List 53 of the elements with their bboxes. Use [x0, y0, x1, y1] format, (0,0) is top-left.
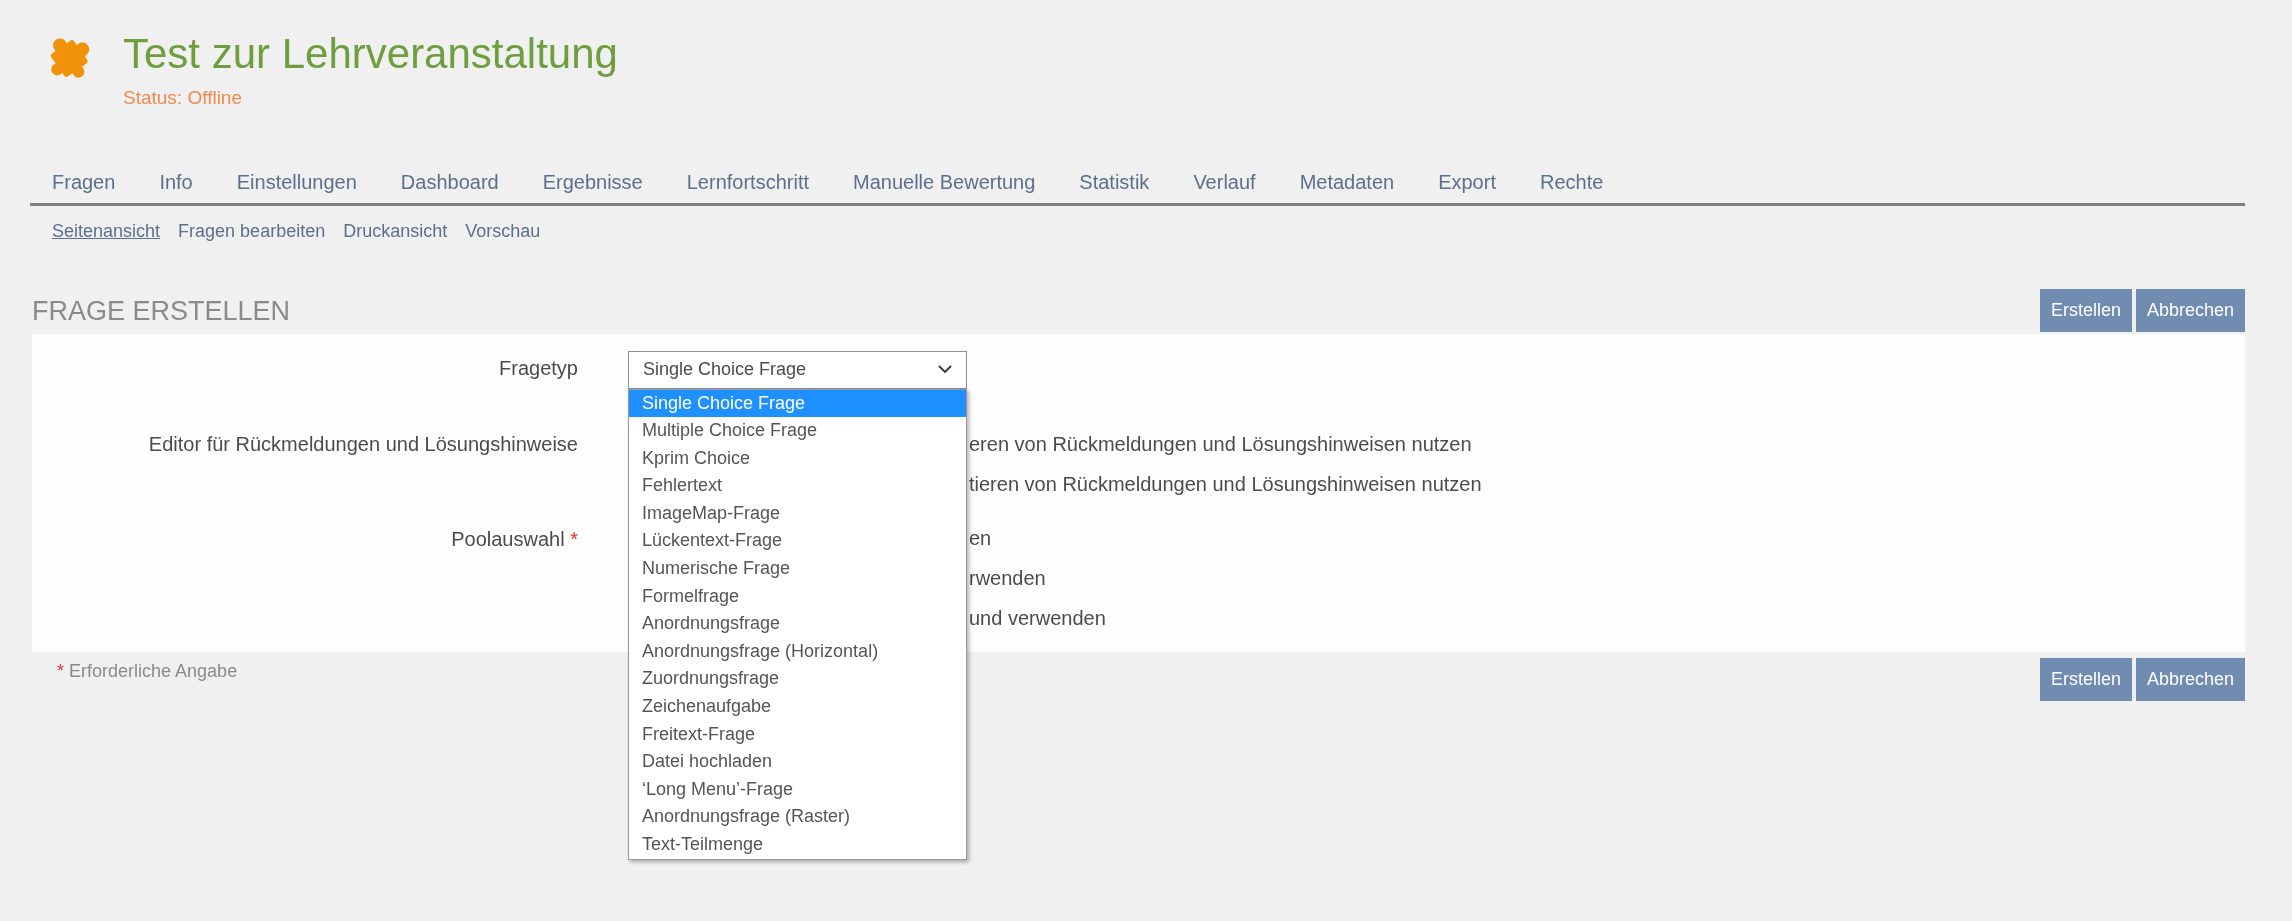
sub-tab[interactable]: Seitenansicht: [43, 213, 170, 249]
nav-tab[interactable]: Einstellungen: [214, 162, 379, 203]
dropdown-option[interactable]: Lückentext-Frage: [629, 527, 966, 556]
dropdown-option[interactable]: Datei hochladen: [629, 748, 966, 776]
status-text: Status: Offline: [123, 86, 243, 110]
nav-tab[interactable]: Ergebnisse: [520, 162, 665, 203]
field-label: Fragetyp: [498, 355, 578, 381]
dropdown-option[interactable]: Multiple Choice Frage: [629, 417, 966, 445]
nav-tab[interactable]: Metadaten: [1277, 162, 1417, 203]
action-button[interactable]: Abbrechen: [2135, 657, 2245, 701]
nav-tab[interactable]: Dashboard: [378, 162, 521, 203]
page-title: Test zur Lehrveranstaltung: [123, 29, 618, 79]
action-button[interactable]: Erstellen: [2039, 288, 2132, 332]
radio-label: rwenden: [969, 566, 1046, 589]
radio-label: tieren von Rückmeldungen und Lösungshinweisen nutzen: [969, 472, 1482, 495]
field-label: Editor für Rückmeldungen und Lösungshinweise: [147, 431, 578, 457]
dropdown-option[interactable]: Freitext-Frage: [629, 720, 966, 749]
dropdown-option[interactable]: ImageMap-Frage: [629, 499, 966, 528]
dropdown-option[interactable]: Anordnungsfrage: [629, 610, 966, 638]
radio-label: en: [969, 526, 992, 549]
dropdown-option[interactable]: Numerische Frage: [629, 555, 966, 583]
chevron-down-icon: [938, 365, 952, 374]
dropdown-option[interactable]: Anordnungsfrage (Horizontal): [629, 637, 966, 666]
dropdown-option[interactable]: Zeichenaufgabe: [629, 693, 966, 721]
action-button[interactable]: Abbrechen: [2135, 288, 2245, 332]
dropdown-option[interactable]: Kprim Choice: [629, 444, 966, 473]
sub-tab[interactable]: Fragen bearbeiten: [169, 213, 335, 249]
nav-tab[interactable]: Verlauf: [1171, 162, 1278, 203]
nav-tab[interactable]: Lernfortschritt: [664, 162, 831, 203]
sub-tab[interactable]: Vorschau: [456, 213, 550, 249]
radio-label: eren von Rückmeldungen und Lösungshinweisen nutzen: [969, 432, 1472, 455]
field-label: Poolauswahl: [451, 527, 565, 550]
dropdown-option[interactable]: Fehlertext: [629, 472, 966, 500]
required-note: Erforderliche Angabe: [69, 660, 238, 681]
nav-tab[interactable]: Rechte: [1517, 162, 1626, 203]
dropdown-option[interactable]: Zuordnungsfrage: [629, 665, 966, 694]
dropdown-option[interactable]: ‘Long Menu’-Frage: [629, 775, 966, 804]
dropdown-option[interactable]: Text-Teilmenge: [629, 831, 966, 859]
required-mark: *: [570, 527, 578, 550]
required-mark: *: [57, 660, 64, 681]
dropdown-option[interactable]: Anordnungsfrage (Raster): [629, 803, 966, 831]
select-field[interactable]: Single Choice Frage: [628, 350, 967, 389]
nav-tab[interactable]: Export: [1416, 162, 1518, 203]
nav-tab[interactable]: Info: [137, 162, 215, 203]
dropdown-option[interactable]: Single Choice Frage: [629, 389, 966, 418]
nav-tab[interactable]: Statistik: [1057, 162, 1172, 203]
radio-label: und verwenden: [969, 606, 1106, 629]
sub-tab[interactable]: Druckansicht: [334, 213, 457, 249]
section-title: FRAGE ERSTELLEN: [32, 295, 291, 328]
nav-tab[interactable]: Fragen: [30, 162, 138, 203]
dropdown-option[interactable]: Formelfrage: [629, 582, 966, 611]
nav-tab[interactable]: Manuelle Bewertung: [831, 162, 1058, 203]
action-button[interactable]: Erstellen: [2039, 657, 2132, 701]
